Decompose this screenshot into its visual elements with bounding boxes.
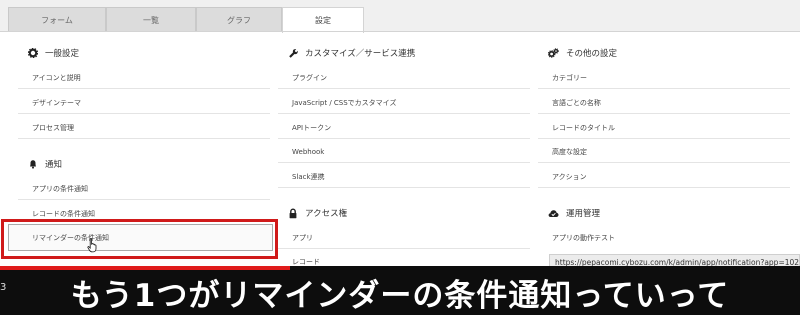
gears-icon <box>548 48 559 58</box>
item-label: アプリ <box>292 233 313 242</box>
item-label: Webhook <box>292 147 325 156</box>
setting-link-app-condition-notify[interactable]: アプリの条件通知 <box>18 178 270 200</box>
item-label: Slack連携 <box>292 172 325 181</box>
section-ops-title: 運用管理 <box>548 206 600 220</box>
setting-link-design-theme[interactable]: デザインテーマ <box>18 92 270 114</box>
item-label: プラグイン <box>292 73 327 82</box>
setting-link-process-management[interactable]: プロセス管理 <box>18 117 270 139</box>
highlight-box <box>1 219 278 259</box>
item-label: カテゴリー <box>552 73 587 82</box>
setting-link-access-app[interactable]: アプリ <box>278 227 530 249</box>
item-label: アイコンと説明 <box>32 73 81 82</box>
setting-link-slack[interactable]: Slack連携 <box>278 166 530 188</box>
item-label: 言語ごとの名称 <box>552 98 601 107</box>
tab-label: グラフ <box>227 15 251 25</box>
section-title-text: 通知 <box>45 160 63 170</box>
setting-link-advanced[interactable]: 高度な設定 <box>538 141 790 163</box>
item-label: レコードの条件通知 <box>32 209 95 218</box>
tab-form[interactable]: フォーム <box>8 7 106 32</box>
lock-icon <box>289 207 297 218</box>
section-title-text: 一般設定 <box>45 49 80 59</box>
tab-label: 一覧 <box>143 15 159 25</box>
setting-link-actions[interactable]: アクション <box>538 166 790 188</box>
section-title-text: カスタマイズ／サービス連携 <box>305 49 416 59</box>
tab-label: 設定 <box>315 16 331 25</box>
item-label: プロセス管理 <box>32 123 74 132</box>
setting-link-api-token[interactable]: APIトークン <box>278 117 530 139</box>
cloud-icon <box>548 209 559 217</box>
tab-settings[interactable]: 設定 <box>282 7 364 33</box>
section-access-title: アクセス権 <box>288 206 347 220</box>
item-label: デザインテーマ <box>32 98 81 107</box>
section-notify-title: 通知 <box>28 157 62 171</box>
section-other-title: その他の設定 <box>548 46 617 60</box>
hand-pointer-icon <box>87 238 97 253</box>
setting-link-app-operation-test[interactable]: アプリの動作テスト <box>538 227 790 249</box>
setting-link-record-title[interactable]: レコードのタイトル <box>538 117 790 139</box>
section-customize-title: カスタマイズ／サービス連携 <box>288 46 415 60</box>
setting-link-category[interactable]: カテゴリー <box>538 67 790 89</box>
item-label: APIトークン <box>292 123 332 132</box>
section-general-title: 一般設定 <box>28 46 79 60</box>
setting-link-language-names[interactable]: 言語ごとの名称 <box>538 92 790 114</box>
setting-link-plugins[interactable]: プラグイン <box>278 67 530 89</box>
tab-divider <box>0 31 800 32</box>
section-title-text: アクセス権 <box>305 209 348 219</box>
bell-icon <box>30 160 36 169</box>
section-title-text: 運用管理 <box>566 209 601 219</box>
wrench-icon <box>289 49 298 58</box>
gear-icon <box>28 48 38 58</box>
item-label: アプリの動作テスト <box>552 234 615 242</box>
setting-link-js-css-customize[interactable]: JavaScript / CSSでカスタマイズ <box>278 92 530 114</box>
tab-graph[interactable]: グラフ <box>196 7 282 32</box>
item-label: アクション <box>552 172 587 181</box>
setting-link-webhook[interactable]: Webhook <box>278 141 530 163</box>
subtitle-caption: もう1つがリマインダーの条件通知っていって <box>70 278 730 314</box>
item-label: JavaScript / CSSでカスタマイズ <box>292 98 397 107</box>
item-label: レコードのタイトル <box>552 123 615 132</box>
setting-link-icon-description[interactable]: アイコンと説明 <box>18 67 270 89</box>
tab-list[interactable]: 一覧 <box>106 7 196 32</box>
item-label: 高度な設定 <box>552 147 587 156</box>
item-label: アプリの条件通知 <box>32 184 88 193</box>
tab-bar: フォーム 一覧 グラフ 設定 <box>0 0 800 33</box>
tab-label: フォーム <box>41 15 73 25</box>
section-title-text: その他の設定 <box>566 49 618 59</box>
